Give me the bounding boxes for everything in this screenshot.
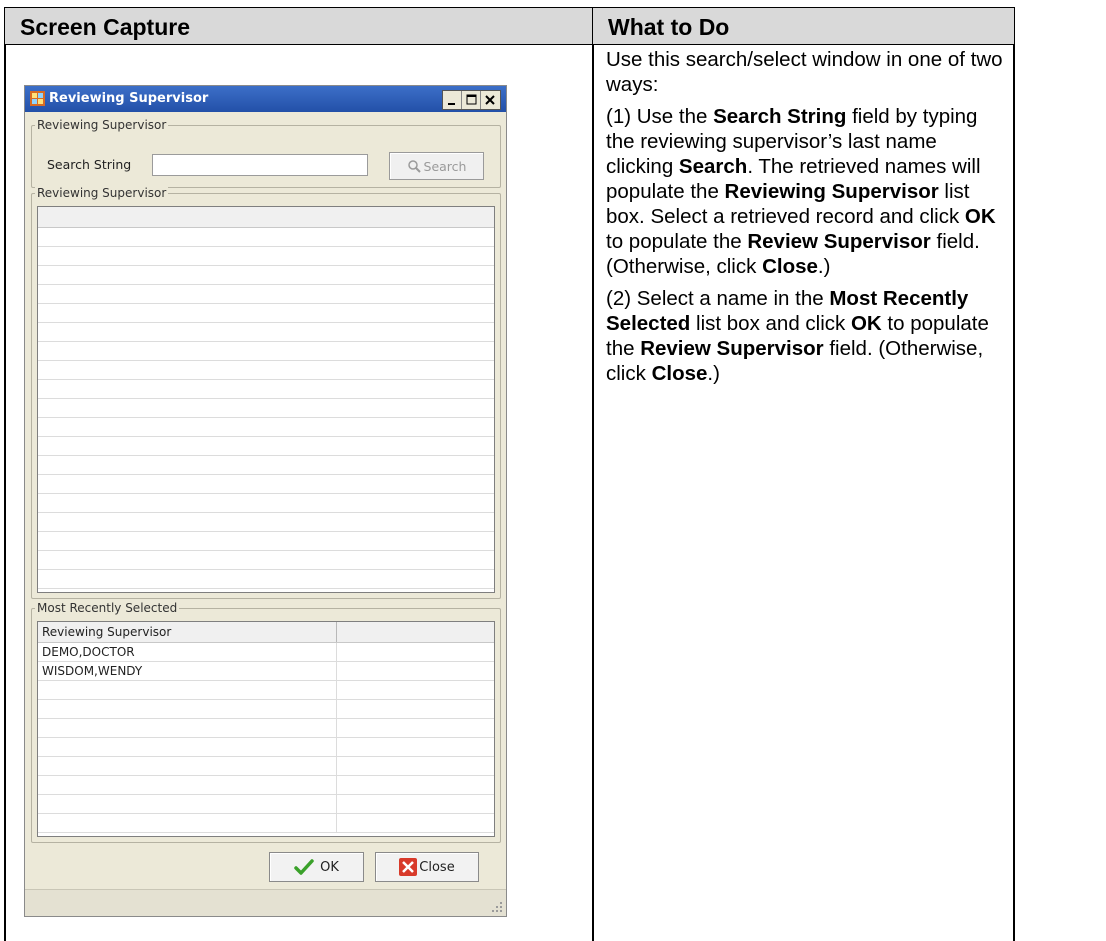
close-icon: [485, 95, 495, 105]
search-string-input[interactable]: [152, 154, 368, 176]
table-row[interactable]: [38, 456, 494, 475]
list-item[interactable]: [38, 719, 494, 738]
ok-button[interactable]: OK: [269, 852, 364, 882]
search-group-label: Reviewing Supervisor: [35, 118, 169, 132]
table-row[interactable]: [38, 570, 494, 589]
app-icon: [30, 91, 45, 106]
results-listbox[interactable]: [37, 206, 495, 593]
table-row[interactable]: [38, 228, 494, 247]
search-string-label: Search String: [47, 157, 132, 172]
search-groupbox: Reviewing Supervisor Search String Searc…: [31, 118, 501, 188]
table-border-left: [4, 45, 6, 941]
table-row[interactable]: [38, 532, 494, 551]
resize-grip-icon[interactable]: [491, 901, 503, 913]
recent-list-header: Reviewing Supervisor: [38, 622, 494, 643]
column-separator: [336, 622, 337, 642]
maximize-button[interactable]: [462, 91, 481, 109]
list-item[interactable]: [38, 795, 494, 814]
column-separator: [336, 662, 337, 680]
list-item[interactable]: DEMO,DOCTOR: [38, 643, 494, 662]
table-row[interactable]: [38, 361, 494, 380]
list-item[interactable]: [38, 681, 494, 700]
table-row[interactable]: [38, 399, 494, 418]
recent-group-label: Most Recently Selected: [35, 601, 180, 615]
instructions-step-1: (1) Use the Search String field by typin…: [606, 105, 996, 278]
minimize-icon: [448, 103, 455, 105]
list-item[interactable]: [38, 776, 494, 795]
search-button[interactable]: Search: [389, 152, 484, 180]
table-row[interactable]: [38, 513, 494, 532]
results-list-header: [38, 207, 494, 228]
table-row[interactable]: [38, 380, 494, 399]
table-row[interactable]: [38, 323, 494, 342]
checkmark-icon: [294, 859, 314, 875]
instructions-step-2: (2) Select a name in the Most Recently S…: [606, 287, 989, 385]
red-x-icon: [399, 858, 418, 876]
maximize-icon: [466, 94, 477, 105]
close-button[interactable]: Close: [375, 852, 479, 882]
header-screen-capture-label: Screen Capture: [20, 14, 191, 40]
ok-button-label: OK: [320, 859, 339, 875]
results-groupbox: Reviewing Supervisor: [31, 186, 501, 599]
instructions: Use this search/select window in one of …: [606, 47, 1006, 393]
list-item[interactable]: WISDOM,WENDY: [38, 662, 494, 681]
window-controls: [442, 90, 501, 110]
results-group-label: Reviewing Supervisor: [35, 186, 169, 200]
column-separator: [336, 681, 337, 699]
column-separator: [336, 757, 337, 775]
column-separator: [336, 643, 337, 661]
table-column-divider: [592, 45, 594, 941]
close-window-button[interactable]: [481, 91, 500, 109]
table-row[interactable]: [38, 285, 494, 304]
table-row[interactable]: [38, 266, 494, 285]
instructions-intro: Use this search/select window in one of …: [606, 48, 1003, 96]
recent-rows: DEMO,DOCTOR WISDOM,WENDY: [38, 643, 494, 833]
column-separator: [336, 814, 337, 832]
reviewing-supervisor-dialog: Reviewing Supervisor Reviewing Superviso…: [24, 85, 507, 917]
table-row[interactable]: [38, 437, 494, 456]
table-row[interactable]: [38, 247, 494, 266]
table-border-right: [1013, 45, 1015, 941]
list-item[interactable]: [38, 814, 494, 833]
dialog-title: Reviewing Supervisor: [49, 91, 209, 106]
status-bar: [25, 889, 506, 916]
column-separator: [336, 719, 337, 737]
magnifier-icon: [407, 159, 421, 173]
column-separator: [336, 795, 337, 813]
table-row[interactable]: [38, 418, 494, 437]
search-button-label: Search: [423, 158, 467, 174]
results-rows: [38, 228, 494, 589]
table-row[interactable]: [38, 342, 494, 361]
dialog-titlebar: Reviewing Supervisor: [25, 86, 506, 112]
column-separator: [336, 700, 337, 718]
minimize-button[interactable]: [443, 91, 462, 109]
header-what-to-do-label: What to Do: [608, 14, 730, 40]
recent-groupbox: Most Recently Selected Reviewing Supervi…: [31, 601, 501, 843]
list-item[interactable]: [38, 757, 494, 776]
table-row[interactable]: [38, 551, 494, 570]
close-button-label: Close: [419, 859, 455, 875]
header-screen-capture: Screen Capture: [4, 7, 593, 45]
table-row[interactable]: [38, 475, 494, 494]
column-header-reviewing-supervisor[interactable]: Reviewing Supervisor: [42, 625, 171, 639]
column-separator: [336, 776, 337, 794]
recent-listbox[interactable]: Reviewing Supervisor DEMO,DOCTOR WISDOM,W…: [37, 621, 495, 837]
list-item[interactable]: [38, 738, 494, 757]
table-row[interactable]: [38, 494, 494, 513]
table-row[interactable]: [38, 304, 494, 323]
column-separator: [336, 738, 337, 756]
header-what-to-do: What to Do: [593, 7, 1015, 45]
list-item[interactable]: [38, 700, 494, 719]
